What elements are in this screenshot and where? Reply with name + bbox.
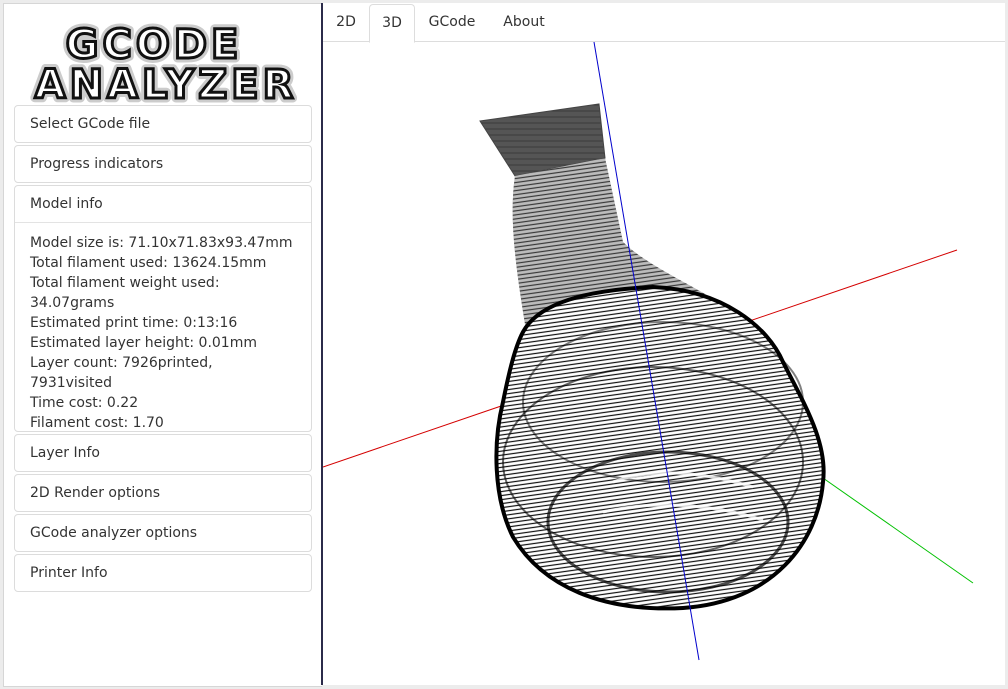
panel-header-select-gcode-file[interactable]: Select GCode file [15, 106, 311, 142]
panel-2d-render-options[interactable]: 2D Render options [14, 474, 312, 512]
model-info-content: Model size is: 71.10x71.83x93.47mm Total… [15, 223, 311, 433]
main-panel: 2D 3D GCode About [323, 3, 1005, 685]
sidebar: GCODE GCODE ANALYZER ANALYZER Select GCo… [3, 3, 322, 687]
tab-3d[interactable]: 3D [369, 4, 415, 43]
panel-header-2d-render-options[interactable]: 2D Render options [15, 475, 311, 511]
panel-printer-info[interactable]: Printer Info [14, 554, 312, 592]
panel-gcode-analyzer-options[interactable]: GCode analyzer options [14, 514, 312, 552]
estimated-print-time-text: Estimated print time: 0:13:16 [30, 315, 238, 331]
layer-count-text: Layer count: 7926printed, 7931visited [30, 355, 213, 391]
panel-layer-info[interactable]: Layer Info [14, 434, 312, 472]
tab-2d[interactable]: 2D [325, 5, 367, 40]
panel-select-gcode-file[interactable]: Select GCode file [14, 105, 312, 143]
3d-render-canvas[interactable] [323, 42, 1005, 685]
panel-model-info: Model info Model size is: 71.10x71.83x93… [14, 185, 312, 432]
time-cost-text: Time cost: 0.22 [30, 395, 139, 411]
tab-about[interactable]: About [491, 5, 557, 40]
tab-gcode[interactable]: GCode [419, 5, 485, 40]
panel-header-model-info[interactable]: Model info [15, 186, 311, 223]
logo-text-line2: ANALYZER [35, 62, 298, 106]
total-filament-weight-value: 34.07grams [30, 295, 115, 311]
filament-cost-text: Filament cost: 1.70 [30, 415, 164, 431]
gcode-analyzer-app: GCODE GCODE ANALYZER ANALYZER Select GCo… [0, 0, 1008, 689]
total-filament-weight-label: Total filament weight used: [30, 275, 220, 291]
panel-header-layer-info[interactable]: Layer Info [15, 435, 311, 471]
panel-header-printer-info[interactable]: Printer Info [15, 555, 311, 591]
3d-viewport[interactable] [323, 42, 1005, 685]
total-filament-used-text: Total filament used: 13624.15mm [30, 255, 267, 271]
model-size-text: Model size is: 71.10x71.83x93.47mm [30, 235, 293, 251]
estimated-layer-height-text: Estimated layer height: 0.01mm [30, 335, 257, 351]
gcode-analyzer-logo: GCODE GCODE ANALYZER ANALYZER [30, 18, 298, 106]
panel-progress-indicators[interactable]: Progress indicators [14, 145, 312, 183]
panel-header-progress-indicators[interactable]: Progress indicators [15, 146, 311, 182]
view-tabs: 2D 3D GCode About [323, 3, 1005, 43]
gcode-model-3d [479, 103, 826, 611]
panel-header-gcode-analyzer-options[interactable]: GCode analyzer options [15, 515, 311, 551]
